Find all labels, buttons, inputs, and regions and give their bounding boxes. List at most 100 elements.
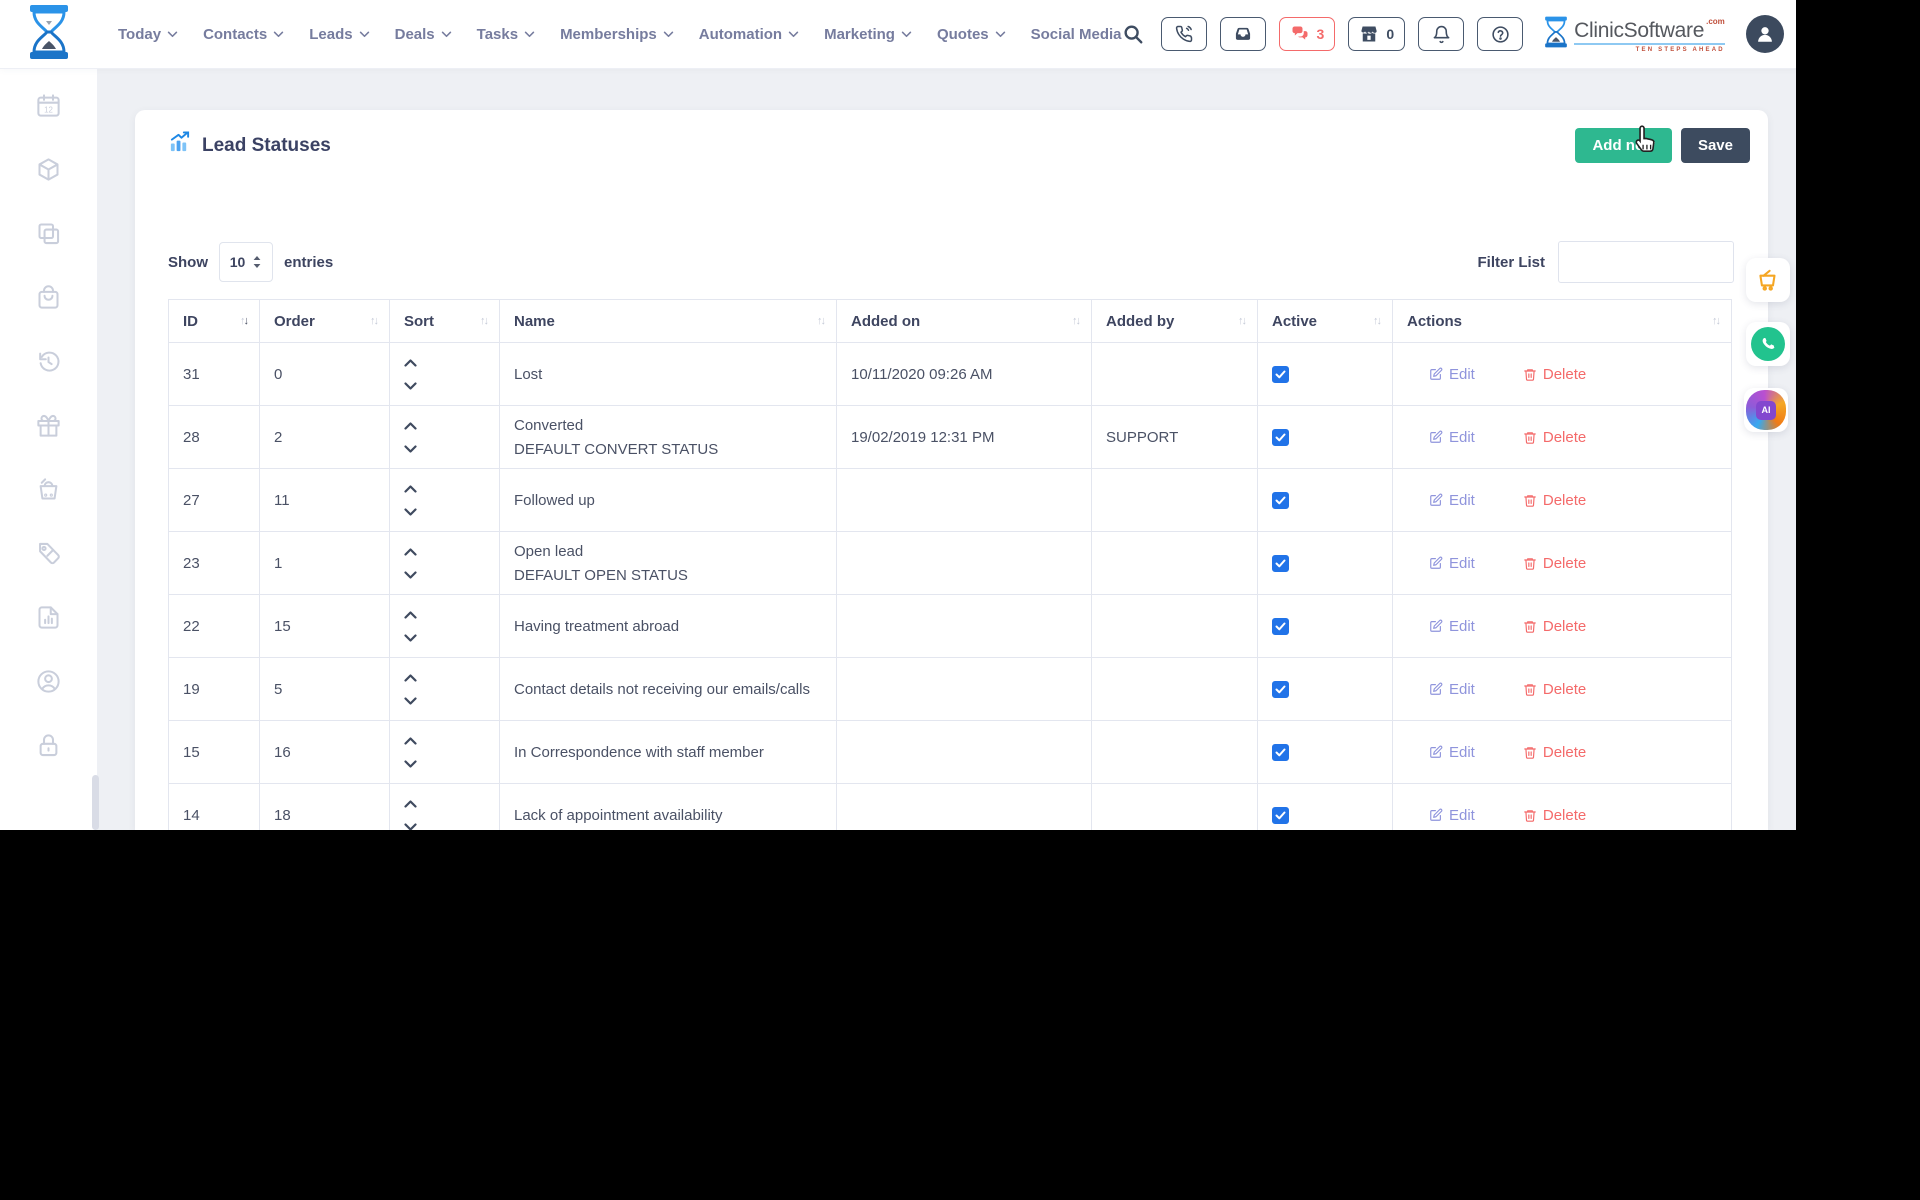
sidebar-lock-icon[interactable] (35, 732, 62, 759)
sidebar-shopping-bag-icon[interactable] (35, 284, 62, 311)
sort-up-button[interactable] (404, 611, 417, 619)
sort-up-button[interactable] (404, 674, 417, 682)
sort-up-button[interactable] (404, 422, 417, 430)
nav-item-contacts[interactable]: Contacts (203, 26, 284, 43)
nav-item-deals[interactable]: Deals (395, 26, 452, 43)
sidebar-history-icon[interactable] (35, 348, 62, 375)
inbox-button[interactable] (1220, 17, 1266, 51)
delete-link[interactable]: Delete (1523, 807, 1586, 824)
sort-down-button[interactable] (404, 697, 417, 705)
delete-link[interactable]: Delete (1523, 429, 1586, 446)
cell-id: 15 (169, 721, 260, 784)
edit-link[interactable]: Edit (1429, 807, 1475, 824)
nav-item-leads[interactable]: Leads (309, 26, 369, 43)
header-buttons: Add new Save (1575, 128, 1750, 163)
trash-icon (1523, 493, 1537, 508)
user-avatar[interactable] (1746, 15, 1784, 53)
dock-cart-button[interactable] (1746, 258, 1790, 302)
chat-button[interactable]: 3 (1279, 17, 1336, 51)
sort-down-button[interactable] (404, 382, 417, 390)
sidebar-package-icon[interactable] (35, 156, 62, 183)
brand-logo[interactable]: ClinicSoftware .com TEN STEPS AHEAD (1544, 16, 1725, 53)
sidebar-basket-icon[interactable] (35, 476, 62, 503)
check-icon (1275, 370, 1286, 379)
notifications-button[interactable] (1418, 17, 1464, 51)
sidebar-calendar-icon[interactable]: 12 (35, 92, 62, 119)
edit-link[interactable]: Edit (1429, 429, 1475, 446)
phone-button[interactable] (1161, 17, 1207, 51)
save-button[interactable]: Save (1681, 128, 1750, 163)
nav-item-memberships[interactable]: Memberships (560, 26, 674, 43)
edit-link[interactable]: Edit (1429, 555, 1475, 572)
active-checkbox[interactable] (1272, 807, 1289, 824)
cell-actions: Edit Delete (1393, 469, 1732, 532)
active-checkbox[interactable] (1272, 681, 1289, 698)
header-actions[interactable]: Actions↑↓ (1393, 300, 1732, 343)
edit-link[interactable]: Edit (1429, 366, 1475, 383)
edit-link[interactable]: Edit (1429, 681, 1475, 698)
sort-up-button[interactable] (404, 800, 417, 808)
sidebar-tag-icon[interactable] (35, 540, 62, 567)
delete-link[interactable]: Delete (1523, 744, 1586, 761)
delete-link[interactable]: Delete (1523, 366, 1586, 383)
sort-up-button[interactable] (404, 548, 417, 556)
active-checkbox[interactable] (1272, 618, 1289, 635)
sort-down-button[interactable] (404, 823, 417, 831)
sort-up-button[interactable] (404, 485, 417, 493)
active-checkbox[interactable] (1272, 492, 1289, 509)
nav-item-social-media[interactable]: Social Media (1031, 26, 1122, 43)
header-name[interactable]: Name↑↓ (500, 300, 837, 343)
edit-link[interactable]: Edit (1429, 492, 1475, 509)
active-checkbox[interactable] (1272, 429, 1289, 446)
cell-added-by (1092, 343, 1258, 406)
delete-link[interactable]: Delete (1523, 492, 1586, 509)
sort-down-button[interactable] (404, 760, 417, 768)
check-icon (1275, 433, 1286, 442)
header-added-by[interactable]: Added by↑↓ (1092, 300, 1258, 343)
edit-icon (1429, 556, 1443, 570)
delete-link[interactable]: Delete (1523, 681, 1586, 698)
sidebar-gift-icon[interactable] (35, 412, 62, 439)
active-checkbox[interactable] (1272, 366, 1289, 383)
add-new-button[interactable]: Add new (1575, 128, 1672, 163)
store-button[interactable]: 0 (1348, 17, 1405, 51)
nav-item-quotes[interactable]: Quotes (937, 26, 1006, 43)
sort-up-button[interactable] (404, 359, 417, 367)
header-order[interactable]: Order↑↓ (260, 300, 390, 343)
header-sort[interactable]: Sort↑↓ (390, 300, 500, 343)
sidebar-copy-icon[interactable] (35, 220, 62, 247)
delete-link[interactable]: Delete (1523, 555, 1586, 572)
help-button[interactable] (1477, 17, 1523, 51)
check-icon (1275, 622, 1286, 631)
active-checkbox[interactable] (1272, 744, 1289, 761)
sidebar-scrollbar[interactable] (92, 775, 99, 830)
sidebar-account-icon[interactable] (35, 668, 62, 695)
page-title: Lead Statuses (168, 131, 331, 160)
search-icon[interactable] (1122, 23, 1144, 45)
sort-down-button[interactable] (404, 634, 417, 642)
app-logo[interactable] (0, 5, 98, 64)
trash-icon (1523, 619, 1537, 634)
active-checkbox[interactable] (1272, 555, 1289, 572)
nav-item-today[interactable]: Today (118, 26, 178, 43)
nav-item-tasks[interactable]: Tasks (477, 26, 535, 43)
edit-link[interactable]: Edit (1429, 618, 1475, 635)
dock-ai-button[interactable]: AI (1744, 388, 1788, 432)
brand-tagline: TEN STEPS AHEAD (1636, 47, 1725, 53)
filter-input[interactable] (1558, 241, 1734, 283)
delete-link[interactable]: Delete (1523, 618, 1586, 635)
sort-down-button[interactable] (404, 508, 417, 516)
header-added-on[interactable]: Added on↑↓ (837, 300, 1092, 343)
header-active[interactable]: Active↑↓ (1258, 300, 1393, 343)
sort-down-button[interactable] (404, 571, 417, 579)
nav-item-automation[interactable]: Automation (699, 26, 799, 43)
dock-whatsapp-button[interactable] (1746, 322, 1790, 366)
nav-item-marketing[interactable]: Marketing (824, 26, 912, 43)
sort-down-button[interactable] (404, 445, 417, 453)
sort-up-button[interactable] (404, 737, 417, 745)
entries-select[interactable]: 10 (219, 242, 273, 282)
cell-actions: Edit Delete (1393, 658, 1732, 721)
sidebar-report-icon[interactable] (35, 604, 62, 631)
edit-link[interactable]: Edit (1429, 744, 1475, 761)
header-id[interactable]: ID↑↓ (169, 300, 260, 343)
